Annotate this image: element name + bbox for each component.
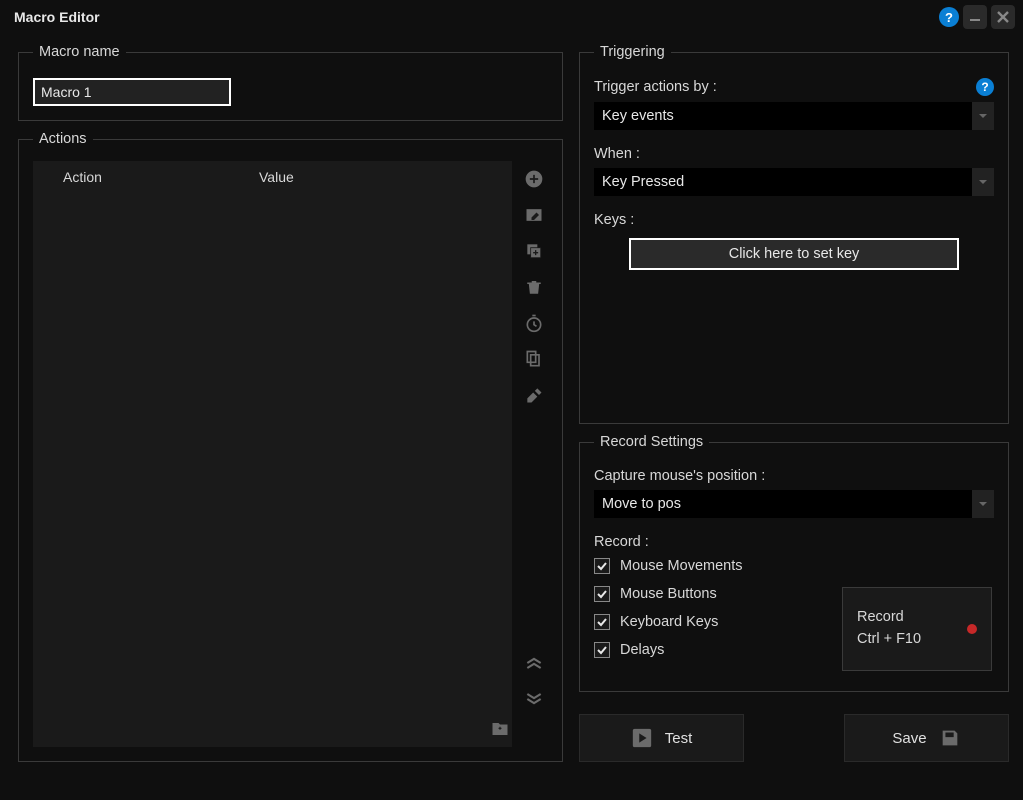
checkbox-mouse-movements[interactable]: Mouse Movements	[594, 558, 994, 574]
timer-icon[interactable]	[520, 305, 548, 341]
checkbox-label: Mouse Buttons	[620, 586, 717, 602]
add-action-icon[interactable]	[520, 161, 548, 197]
delete-action-icon[interactable]	[520, 269, 548, 305]
capture-label: Capture mouse's position :	[594, 468, 765, 484]
clear-icon[interactable]	[520, 377, 548, 413]
when-select[interactable]: Key Pressed	[594, 168, 994, 196]
record-button-line2: Ctrl + F10	[857, 629, 921, 651]
duplicate-action-icon[interactable]	[520, 233, 548, 269]
actions-list-header: Action Value	[33, 161, 512, 193]
set-key-button[interactable]: Click here to set key	[629, 238, 959, 270]
record-button[interactable]: Record Ctrl + F10	[842, 587, 992, 671]
checkbox-icon	[594, 642, 610, 658]
trigger-by-label: Trigger actions by :	[594, 79, 717, 95]
close-button[interactable]	[991, 5, 1015, 29]
trigger-by-select[interactable]: Key events	[594, 102, 994, 130]
record-settings-legend: Record Settings	[594, 434, 709, 450]
save-button[interactable]: Save	[844, 714, 1009, 762]
actions-list[interactable]: Action Value	[33, 161, 512, 747]
trigger-help-icon[interactable]: ?	[976, 78, 994, 96]
actions-group: Actions Action Value	[18, 131, 563, 762]
keys-label: Keys :	[594, 212, 634, 228]
window-title: Macro Editor	[14, 9, 939, 25]
save-button-label: Save	[892, 730, 926, 747]
edit-action-icon[interactable]	[520, 197, 548, 233]
column-header-action: Action	[33, 169, 259, 185]
checkbox-icon	[594, 558, 610, 574]
record-label: Record :	[594, 534, 649, 550]
move-down-icon[interactable]	[520, 681, 548, 717]
capture-select[interactable]: Move to pos	[594, 490, 994, 518]
import-macro-icon[interactable]	[486, 715, 514, 743]
macro-name-legend: Macro name	[33, 44, 126, 60]
record-dot-icon	[967, 624, 977, 634]
test-button[interactable]: Test	[579, 714, 744, 762]
checkbox-label: Keyboard Keys	[620, 614, 718, 630]
checkbox-label: Mouse Movements	[620, 558, 743, 574]
checkbox-icon	[594, 586, 610, 602]
checkbox-label: Delays	[620, 642, 664, 658]
save-icon	[939, 727, 961, 749]
triggering-group: Triggering Trigger actions by : ? Key ev…	[579, 44, 1009, 424]
test-button-label: Test	[665, 730, 693, 747]
move-up-icon[interactable]	[520, 645, 548, 681]
checkbox-icon	[594, 614, 610, 630]
record-settings-group: Record Settings Capture mouse's position…	[579, 434, 1009, 692]
macro-name-input[interactable]	[33, 78, 231, 106]
triggering-legend: Triggering	[594, 44, 671, 60]
copy-icon[interactable]	[520, 341, 548, 377]
record-button-line1: Record	[857, 607, 921, 629]
titlebar: Macro Editor ?	[0, 0, 1023, 34]
column-header-value: Value	[259, 169, 512, 185]
when-label: When :	[594, 146, 640, 162]
minimize-button[interactable]	[963, 5, 987, 29]
help-icon[interactable]: ?	[939, 7, 959, 27]
macro-name-group: Macro name	[18, 44, 563, 121]
actions-legend: Actions	[33, 131, 93, 147]
